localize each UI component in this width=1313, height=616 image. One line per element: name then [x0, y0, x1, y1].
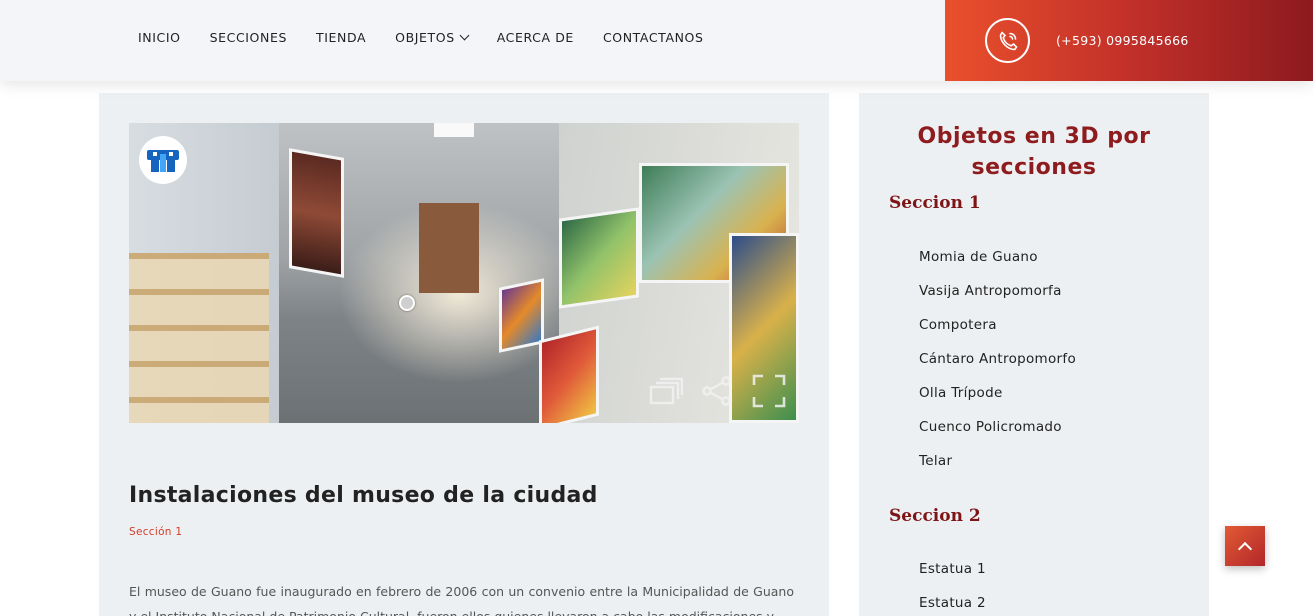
sidebar-title: Objetos en 3D por secciones — [917, 124, 1151, 180]
chevron-down-icon — [459, 30, 470, 41]
gallery-icon[interactable] — [647, 373, 684, 409]
post-category-link[interactable]: Sección 1 — [129, 526, 182, 538]
phone-icon — [985, 18, 1030, 63]
nav-item-label: OBJETOS — [395, 30, 455, 45]
site-header: INICIO SECCIONES TIENDA OBJETOS ACERCA D… — [0, 0, 1313, 81]
post-card: Instalaciones del museo de la ciudad Sec… — [99, 93, 829, 616]
list-item[interactable]: Cántaro Antropomorfo — [919, 342, 1076, 376]
list-item[interactable]: Estatua 1 — [919, 552, 986, 586]
nav-item-label: SECCIONES — [209, 30, 287, 45]
arrow-up-icon — [1237, 541, 1253, 556]
nav-item-label: ACERCA DE — [496, 30, 574, 45]
list-item[interactable]: Estatua 2 — [919, 586, 986, 616]
virtual-tour-viewer[interactable] — [129, 123, 799, 423]
nav-item-label: INICIO — [138, 30, 181, 45]
nav-item-label: TIENDA — [315, 30, 367, 45]
section-2-list: Estatua 1 Estatua 2 — [919, 552, 986, 616]
list-item[interactable]: Cuenco Policromado — [919, 410, 1076, 444]
fullscreen-icon[interactable] — [751, 373, 787, 409]
list-item[interactable]: Olla Trípode — [919, 376, 1076, 410]
nav-item-acerca-de[interactable]: ACERCA DE — [497, 30, 574, 45]
post-body-text: El museo de Guano fue inaugurado en febr… — [129, 584, 794, 616]
list-item[interactable]: Momia de Guano — [919, 240, 1076, 274]
scroll-to-top-button[interactable] — [1225, 526, 1265, 566]
nav-item-label: CONTACTANOS — [602, 30, 704, 45]
nav-item-tienda[interactable]: TIENDA — [316, 30, 366, 45]
section-heading: Seccion 2 — [889, 506, 981, 526]
section-1-list: Momia de Guano Vasija Antropomorfa Compo… — [919, 240, 1076, 478]
main-nav: INICIO SECCIONES TIENDA OBJETOS ACERCA D… — [138, 0, 733, 75]
tour-hotspot[interactable] — [399, 295, 415, 311]
nav-item-secciones[interactable]: SECCIONES — [210, 30, 287, 45]
share-icon[interactable] — [699, 373, 735, 409]
nav-item-objetos[interactable]: OBJETOS — [395, 30, 470, 45]
phone-number[interactable]: (+593) 0995845666 — [1056, 33, 1189, 48]
post-title: Instalaciones del museo de la ciudad — [129, 483, 598, 508]
sidebar-3d-objects: Objetos en 3D por secciones Seccion 1 Mo… — [859, 93, 1209, 616]
list-item[interactable]: Compotera — [919, 308, 1076, 342]
phone-contact[interactable]: (+593) 0995845666 — [945, 0, 1313, 81]
nav-item-contactanos[interactable]: CONTACTANOS — [603, 30, 704, 45]
section-heading: Seccion 1 — [889, 193, 981, 213]
list-item[interactable]: Vasija Antropomorfa — [919, 274, 1076, 308]
nav-item-inicio[interactable]: INICIO — [138, 30, 181, 45]
list-item[interactable]: Telar — [919, 444, 1076, 478]
virtual-tour-logo-icon[interactable] — [139, 136, 187, 184]
